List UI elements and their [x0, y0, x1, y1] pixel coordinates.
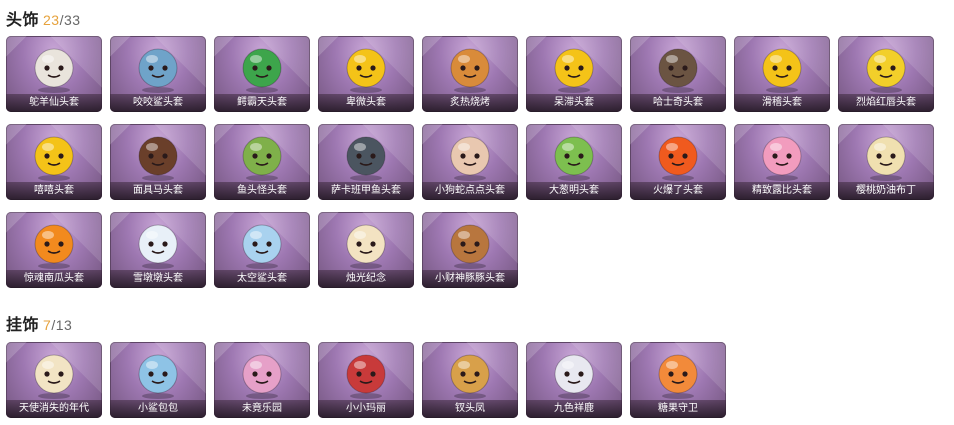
pendants-item-card[interactable]: 糖果守卫 [630, 342, 726, 418]
item-label: 糖果守卫 [630, 400, 726, 418]
item-label: 烛光纪念 [318, 270, 414, 288]
bbq-meat-icon [450, 48, 490, 93]
item-label: 火爆了头套 [630, 182, 726, 200]
headwear-item-card[interactable]: 呆滞头套 [526, 36, 622, 112]
item-label: 炙热烧烤 [422, 94, 518, 112]
item-label: 雪墩墩头套 [110, 270, 206, 288]
emoji-dazed-icon [554, 48, 594, 93]
item-label: 呆滞头套 [526, 94, 622, 112]
scallion-mask-icon [554, 136, 594, 181]
pendants-total-count: 13 [55, 317, 73, 333]
item-label: 未竟乐园 [214, 400, 310, 418]
headwear-item-card[interactable]: 萨卡班甲鱼头套 [318, 124, 414, 200]
pink-pig-mask-icon [762, 136, 802, 181]
headwear-item-card[interactable]: 大葱明头套 [526, 124, 622, 200]
paradise-doll-pendant-icon [242, 354, 282, 399]
pendants-item-card[interactable]: 九色祥鹿 [526, 342, 622, 418]
dog-snake-mask-icon [450, 136, 490, 181]
item-label: 小鲨包包 [110, 400, 206, 418]
sheep-mask-icon [34, 48, 74, 93]
headwear-item-card[interactable]: 鳄霸天头套 [214, 36, 310, 112]
item-label: 精致露比头套 [734, 182, 830, 200]
headwear-item-card[interactable]: 烈焰红唇头套 [838, 36, 934, 112]
headwear-item-card[interactable]: 炙热烧烤 [422, 36, 518, 112]
item-label: 小小玛丽 [318, 400, 414, 418]
headwear-item-card[interactable]: 哈士奇头套 [630, 36, 726, 112]
pendants-item-card[interactable]: 天使消失的年代 [6, 342, 102, 418]
pendants-item-card[interactable]: 未竟乐园 [214, 342, 310, 418]
pikachu-mask-icon [866, 48, 906, 93]
snowman-mask-icon [138, 224, 178, 269]
item-label: 小财神豚豚头套 [422, 270, 518, 288]
item-label: 滑稽头套 [734, 94, 830, 112]
item-label: 九色祥鹿 [526, 400, 622, 418]
headwear-item-card[interactable]: 太空鲨头套 [214, 212, 310, 288]
pumpkin-mask-icon [34, 224, 74, 269]
item-label: 萨卡班甲鱼头套 [318, 182, 414, 200]
candy-guard-pendant-icon [658, 354, 698, 399]
item-label: 钗头凤 [422, 400, 518, 418]
phoenix-hairpin-pendant-icon [450, 354, 490, 399]
headwear-item-card[interactable]: 烛光纪念 [318, 212, 414, 288]
pendants-item-card[interactable]: 小小玛丽 [318, 342, 414, 418]
headwear-item-card[interactable]: 嘻嘻头套 [6, 124, 102, 200]
space-shark-mask-icon [242, 224, 282, 269]
item-label: 嘻嘻头套 [6, 182, 102, 200]
item-label: 鳄霸天头套 [214, 94, 310, 112]
headwear-item-card[interactable]: 面具马头套 [110, 124, 206, 200]
crocodile-mask-icon [242, 48, 282, 93]
pendants-item-card[interactable]: 小鲨包包 [110, 342, 206, 418]
headwear-item-card[interactable]: 樱桃奶油布丁 [838, 124, 934, 200]
husky-mask-icon [658, 48, 698, 93]
item-label: 面具马头套 [110, 182, 206, 200]
headwear-item-card[interactable]: 火爆了头套 [630, 124, 726, 200]
fire-mask-icon [658, 136, 698, 181]
headwear-item-card[interactable]: 鸵羊仙头套 [6, 36, 102, 112]
item-label: 烈焰红唇头套 [838, 94, 934, 112]
headwear-item-card[interactable]: 精致露比头套 [734, 124, 830, 200]
fish-monster-mask-icon [242, 136, 282, 181]
capybara-mask-icon [450, 224, 490, 269]
mary-doll-pendant-icon [346, 354, 386, 399]
item-label: 天使消失的年代 [6, 400, 102, 418]
deer-pendant-icon [554, 354, 594, 399]
headwear-item-card[interactable]: 小财神豚豚头套 [422, 212, 518, 288]
headwear-owned-count: 23 [43, 12, 60, 28]
item-label: 太空鲨头套 [214, 270, 310, 288]
item-label: 鸵羊仙头套 [6, 94, 102, 112]
headwear-section-title: 头饰 23/33 [6, 6, 81, 30]
headwear-item-card[interactable]: 滑稽头套 [734, 36, 830, 112]
pendants-section-title: 挂饰 7/13 [6, 311, 72, 335]
emoji-humble-icon [346, 48, 386, 93]
item-label: 哈士奇头套 [630, 94, 726, 112]
item-label: 小狗蛇点点头套 [422, 182, 518, 200]
headwear-item-card[interactable]: 惊魂南瓜头套 [6, 212, 102, 288]
shark-bag-pendant-icon [138, 354, 178, 399]
pendants-item-card[interactable]: 钗头凤 [422, 342, 518, 418]
pendants-title: 挂饰 [6, 317, 40, 334]
pudding-mask-icon [866, 136, 906, 181]
item-label: 惊魂南瓜头套 [6, 270, 102, 288]
headwear-item-card[interactable]: 咬咬鲨头套 [110, 36, 206, 112]
emoji-funny-icon [762, 48, 802, 93]
horse-mask-icon [138, 136, 178, 181]
item-label: 大葱明头套 [526, 182, 622, 200]
sacabambaspis-mask-icon [346, 136, 386, 181]
headwear-item-card[interactable]: 小狗蛇点点头套 [422, 124, 518, 200]
candle-icon [346, 224, 386, 269]
item-label: 樱桃奶油布丁 [838, 182, 934, 200]
item-label: 卑微头套 [318, 94, 414, 112]
headwear-item-card[interactable]: 卑微头套 [318, 36, 414, 112]
headwear-item-card[interactable]: 雪墩墩头套 [110, 212, 206, 288]
angel-pendant-icon [34, 354, 74, 399]
headwear-title: 头饰 [6, 12, 40, 29]
shark-mask-icon [138, 48, 178, 93]
emoji-grin-icon [34, 136, 74, 181]
item-label: 鱼头怪头套 [214, 182, 310, 200]
headwear-item-card[interactable]: 鱼头怪头套 [214, 124, 310, 200]
item-label: 咬咬鲨头套 [110, 94, 206, 112]
headwear-total-count: 33 [63, 12, 81, 28]
